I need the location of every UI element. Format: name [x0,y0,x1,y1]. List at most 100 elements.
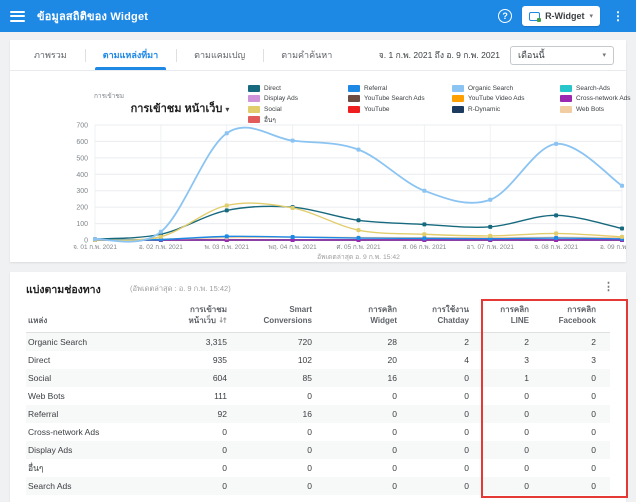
legend-label: อื่นๆ [264,115,276,125]
table-row: Referral92160000 [26,405,610,423]
app-switcher-button[interactable]: R-Widget ▾ [522,6,600,26]
legend-item[interactable]: Cross-network Ads [560,95,631,103]
value-cell: 0 [543,387,610,405]
legend-swatch [348,85,360,92]
svg-text:จ. 01 ก.พ. 2021: จ. 01 ก.พ. 2021 [73,244,117,251]
svg-text:จ. 08 ก.พ. 2021: จ. 08 ก.พ. 2021 [534,244,578,251]
value-cell: 0 [411,387,483,405]
legend-column: Direct Display Ads Social อื่นๆ [248,84,298,124]
value-cell: 3 [543,351,610,369]
legend-label: Social [264,106,282,113]
legend-swatch [560,106,572,113]
column-header-1[interactable]: การเข้าชมหน้าเว็บ [156,300,241,333]
legend-item[interactable]: Organic Search [452,84,525,92]
legend-item[interactable]: Display Ads [248,95,298,103]
tab-0[interactable]: ภาพรวม [16,40,85,70]
tab-3[interactable]: ตามคำค้นหา [263,40,350,70]
value-cell: 720 [241,333,326,351]
value-cell: 0 [326,441,411,459]
legend-item[interactable]: Direct [248,84,298,92]
sort-icon[interactable] [219,316,227,324]
svg-text:อา. 07 ก.พ. 2021: อา. 07 ก.พ. 2021 [467,244,515,251]
tab-1[interactable]: ตามแหล่งที่มา [85,40,176,70]
svg-text:300: 300 [76,188,88,195]
table-overflow-menu-icon[interactable]: ⋮ [599,278,618,295]
value-cell: 935 [156,351,241,369]
column-header-6: การคลิกFacebook [543,300,610,333]
legend-swatch [348,95,360,102]
table-row: Social6048516010 [26,369,610,387]
table-row: Cross-network Ads000000 [26,423,610,441]
table-row: Display Ads000000 [26,441,610,459]
value-cell: 3 [483,351,543,369]
page-title: ข้อมูลสถิติของ Widget [37,7,148,25]
legend-label: YouTube Search Ads [364,95,425,102]
help-icon[interactable]: ? [498,9,512,23]
legend-label: Referral [364,85,387,92]
legend-item[interactable]: Search-Ads [560,84,631,92]
legend-item[interactable]: YouTube Video Ads [452,95,525,103]
legend-label: Direct [264,85,281,92]
value-cell: 0 [483,423,543,441]
legend-item[interactable]: Social [248,105,298,113]
value-cell: 16 [326,369,411,387]
value-cell: 2 [543,333,610,351]
legend-column: Referral YouTube Search Ads YouTube [348,84,425,113]
legend-item[interactable]: YouTube [348,105,425,113]
value-cell: 28 [326,333,411,351]
legend-column: Search-Ads Cross-network Ads Web Bots [560,84,631,113]
value-cell: 1 [483,369,543,387]
value-cell: 0 [241,387,326,405]
tab-2[interactable]: ตามแคมเปญ [176,40,263,70]
source-cell: Display Ads [26,441,156,459]
legend-swatch [560,95,572,102]
source-cell: Cross-network Ads [26,423,156,441]
svg-text:อัพเดตล่าสุด อ. 9 ก.พ. 15:42: อัพเดตล่าสุด อ. 9 ก.พ. 15:42 [317,253,400,261]
legend-swatch [248,95,260,102]
legend-item[interactable]: Referral [348,84,425,92]
table-section-title: แบ่งตามช่องทาง [26,281,101,298]
legend-item[interactable]: Web Bots [560,105,631,113]
legend-item[interactable]: R-Dynamic [452,105,525,113]
table-updated-label: (อัพเดตล่าสุด : อ. 9 ก.พ. 15:42) [130,283,231,295]
svg-text:พฤ. 04 ก.พ. 2021: พฤ. 04 ก.พ. 2021 [269,244,318,251]
value-cell: 0 [543,441,610,459]
value-cell: 0 [411,369,483,387]
svg-text:100: 100 [76,221,88,228]
legend-item[interactable]: YouTube Search Ads [348,95,425,103]
value-cell: 0 [326,423,411,441]
value-cell: 0 [326,459,411,477]
source-cell: Search Ads [26,477,156,495]
breakdown-table-card: แบ่งตามช่องทาง (อัพเดตล่าสุด : อ. 9 ก.พ.… [10,272,626,502]
chart-legend: Direct Display Ads Social อื่นๆ Referral YouT… [10,84,626,130]
value-cell: 0 [483,387,543,405]
svg-text:200: 200 [76,205,88,212]
value-cell: 0 [411,459,483,477]
value-cell: 0 [411,405,483,423]
value-cell: 92 [156,405,241,423]
value-cell: 0 [156,459,241,477]
chart-card: ภาพรวมตามแหล่งที่มาตามแคมเปญตามคำค้นหา จ… [10,40,626,262]
legend-swatch [248,85,260,92]
source-cell: Direct [26,351,156,369]
period-select[interactable]: เดือนนี้ ▾ [510,46,614,65]
legend-swatch [248,116,260,123]
value-cell: 0 [241,459,326,477]
hamburger-menu-icon[interactable] [10,11,25,22]
chart-section: การเข้าชม การเข้าชม หน้าเว็บ▾ DirectDisp… [10,71,626,261]
overflow-menu-icon[interactable]: ⋮ [610,10,626,22]
value-cell: 0 [483,477,543,495]
source-cell: อื่นๆ [26,459,156,477]
app-switcher-label: R-Widget [545,11,584,21]
value-cell: 0 [241,477,326,495]
svg-text:500: 500 [76,155,88,162]
value-cell: 604 [156,369,241,387]
app-bar: ข้อมูลสถิติของ Widget ? R-Widget ▾ ⋮ [0,0,636,32]
legend-label: R-Dynamic [468,106,500,113]
value-cell: 0 [411,477,483,495]
legend-item[interactable]: อื่นๆ [248,116,298,124]
value-cell: 111 [156,387,241,405]
table-row: Direct93510220433 [26,351,610,369]
value-cell: 0 [411,423,483,441]
source-cell: Social [26,369,156,387]
